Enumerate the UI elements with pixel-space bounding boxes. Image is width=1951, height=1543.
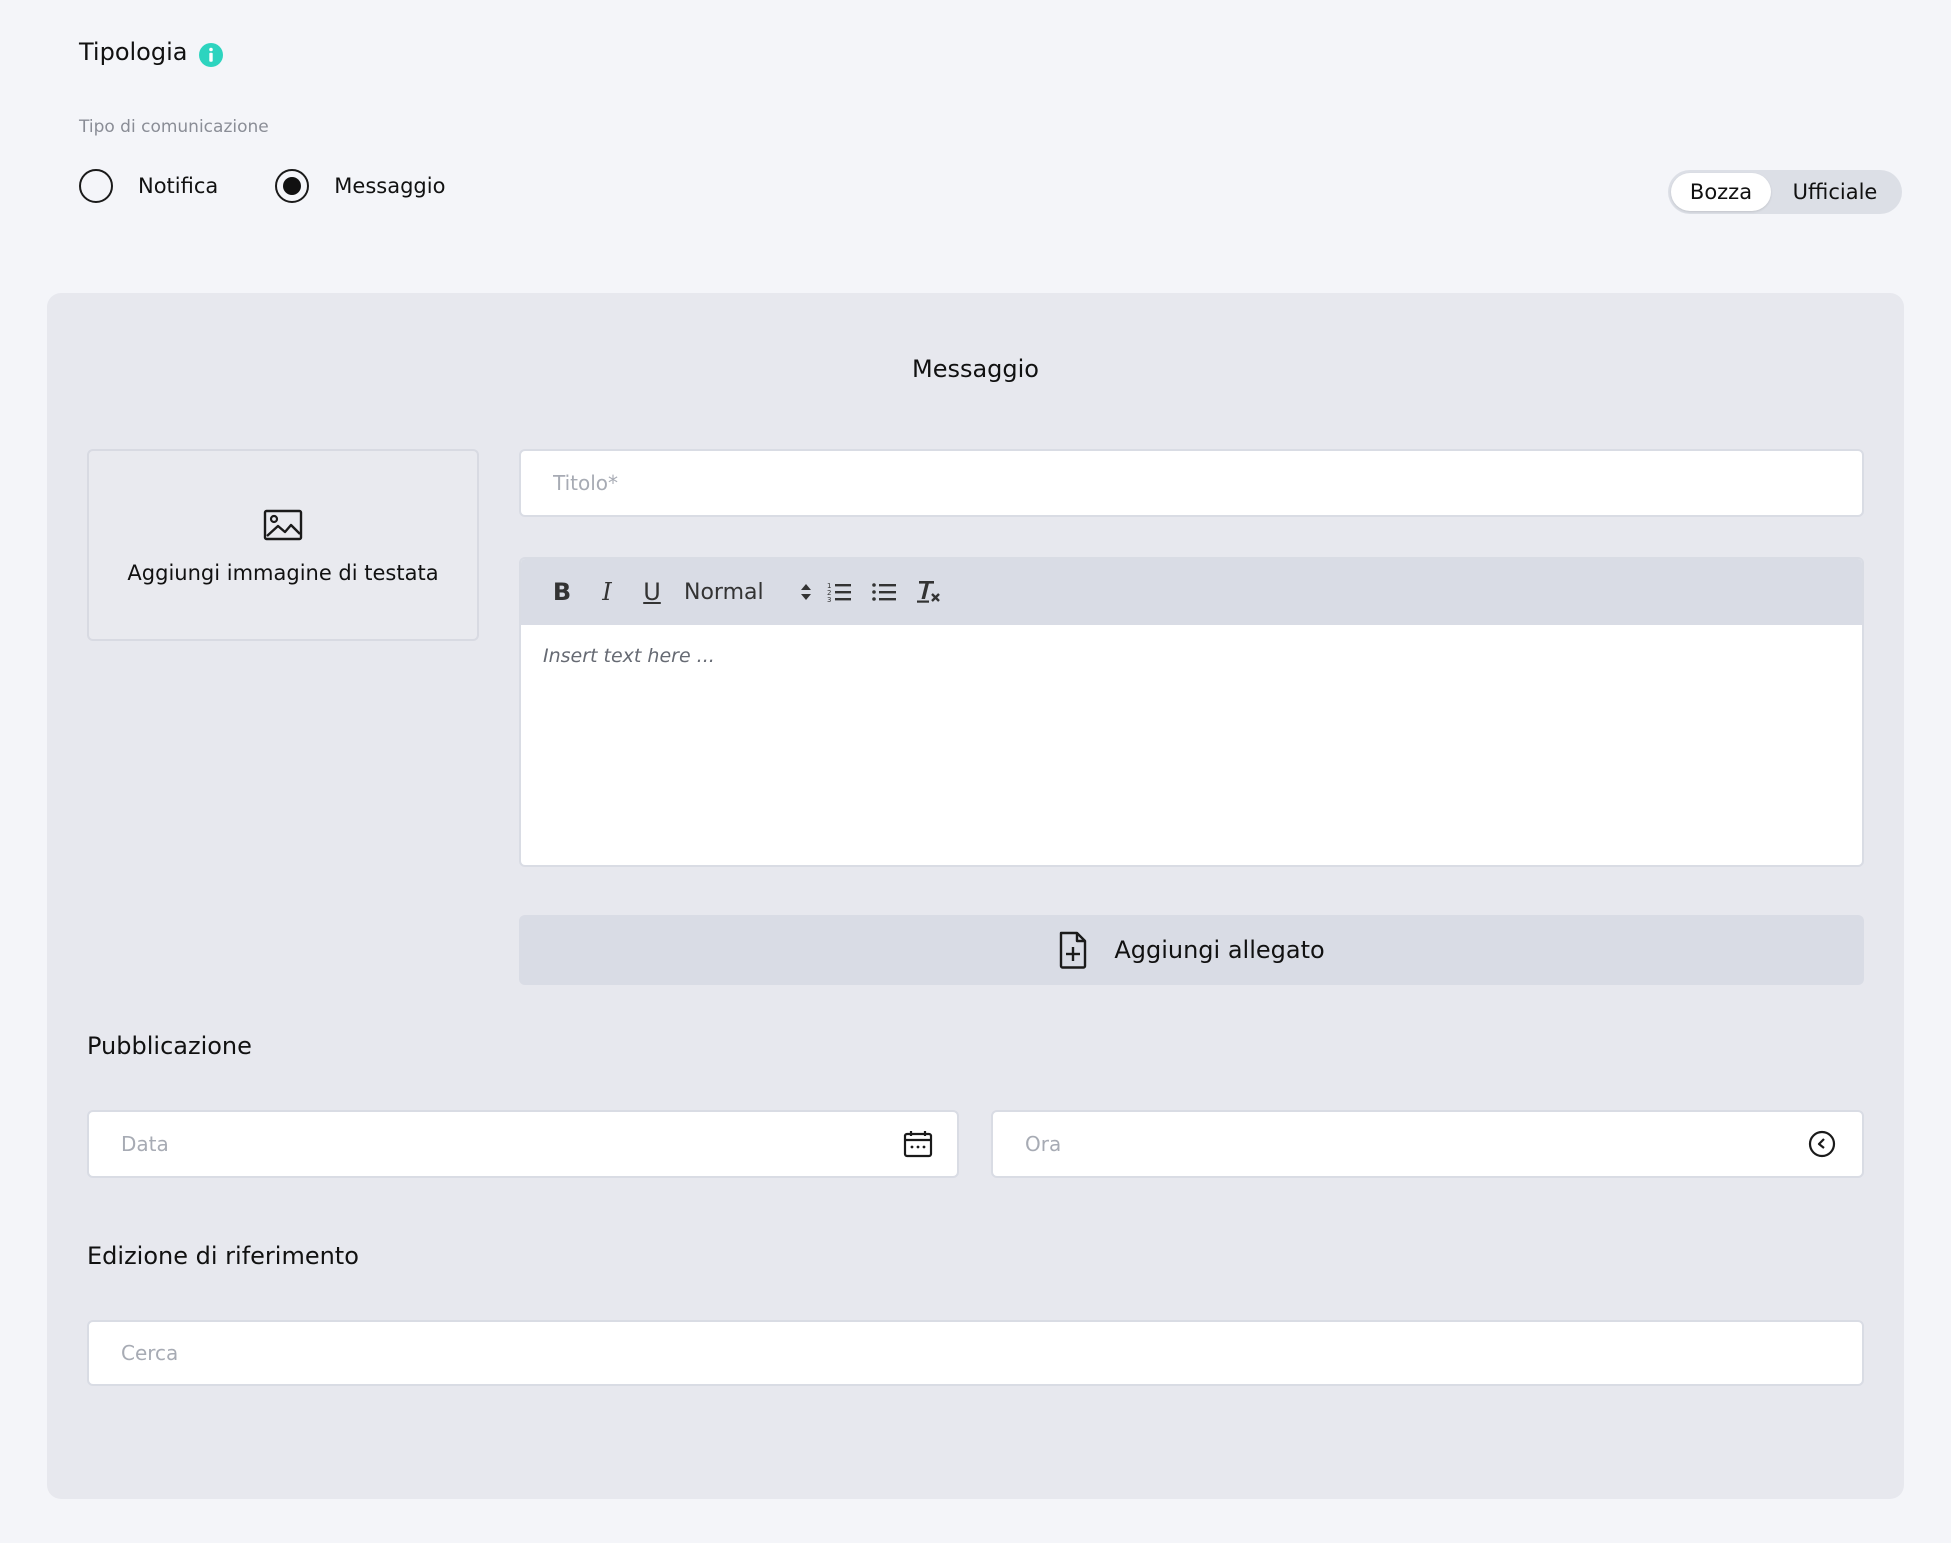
- communication-type-radio-group: Notifica Messaggio: [79, 169, 445, 203]
- communication-type-label: Tipo di comunicazione: [79, 117, 269, 137]
- bold-button[interactable]: B: [545, 575, 579, 609]
- search-input[interactable]: [87, 1320, 1864, 1386]
- time-placeholder: Ora: [1025, 1132, 1062, 1156]
- date-field[interactable]: Data: [87, 1110, 959, 1178]
- add-attachment-label: Aggiungi allegato: [1114, 936, 1325, 964]
- radio-messaggio[interactable]: Messaggio: [275, 169, 445, 203]
- add-header-image-button[interactable]: Aggiungi immagine di testata: [87, 449, 479, 641]
- toggle-ufficiale[interactable]: Ufficiale: [1771, 173, 1899, 211]
- radio-messaggio-label[interactable]: Messaggio: [334, 174, 445, 198]
- status-toggle: Bozza Ufficiale: [1668, 170, 1902, 214]
- time-field[interactable]: Ora: [991, 1110, 1864, 1178]
- section-title-tipologia: Tipologia: [79, 38, 187, 66]
- editor-toolbar: B I U Normal 1 2 3: [521, 559, 1862, 625]
- reference-edition-title: Edizione di riferimento: [87, 1242, 359, 1270]
- tipologia-title: Tipologia: [79, 38, 188, 66]
- radio-messaggio-circle[interactable]: [275, 169, 310, 203]
- bullet-list-icon[interactable]: [867, 575, 901, 609]
- message-card-title: Messaggio: [911, 355, 1039, 383]
- select-arrows-icon: [801, 584, 811, 600]
- italic-button[interactable]: I: [590, 575, 624, 609]
- add-attachment-button[interactable]: Aggiungi allegato: [519, 915, 1864, 985]
- clock-icon[interactable]: [1808, 1130, 1836, 1158]
- format-select[interactable]: Normal: [684, 580, 820, 605]
- editor-body[interactable]: Insert text here ...: [521, 625, 1862, 845]
- calendar-icon[interactable]: [903, 1130, 933, 1158]
- radio-notifica[interactable]: Notifica: [79, 169, 218, 203]
- info-icon[interactable]: [198, 42, 224, 68]
- rich-text-editor: B I U Normal 1 2 3 Insert text here ...: [519, 557, 1864, 867]
- format-select-value: Normal: [684, 579, 764, 605]
- underline-button[interactable]: U: [635, 575, 669, 609]
- radio-notifica-circle[interactable]: [79, 169, 113, 203]
- ordered-list-icon[interactable]: 1 2 3: [822, 575, 856, 609]
- radio-selected-dot: [283, 177, 302, 195]
- file-plus-icon: [1060, 931, 1087, 969]
- date-placeholder: Data: [121, 1132, 169, 1156]
- radio-notifica-label[interactable]: Notifica: [138, 174, 218, 198]
- image-icon: [263, 509, 303, 541]
- svg-text:3: 3: [827, 596, 831, 604]
- toggle-bozza[interactable]: Bozza: [1671, 173, 1771, 211]
- add-header-image-label: Aggiungi immagine di testata: [127, 561, 439, 585]
- title-input[interactable]: [519, 449, 1864, 517]
- clear-format-icon[interactable]: [912, 575, 946, 609]
- publication-title: Pubblicazione: [87, 1032, 252, 1060]
